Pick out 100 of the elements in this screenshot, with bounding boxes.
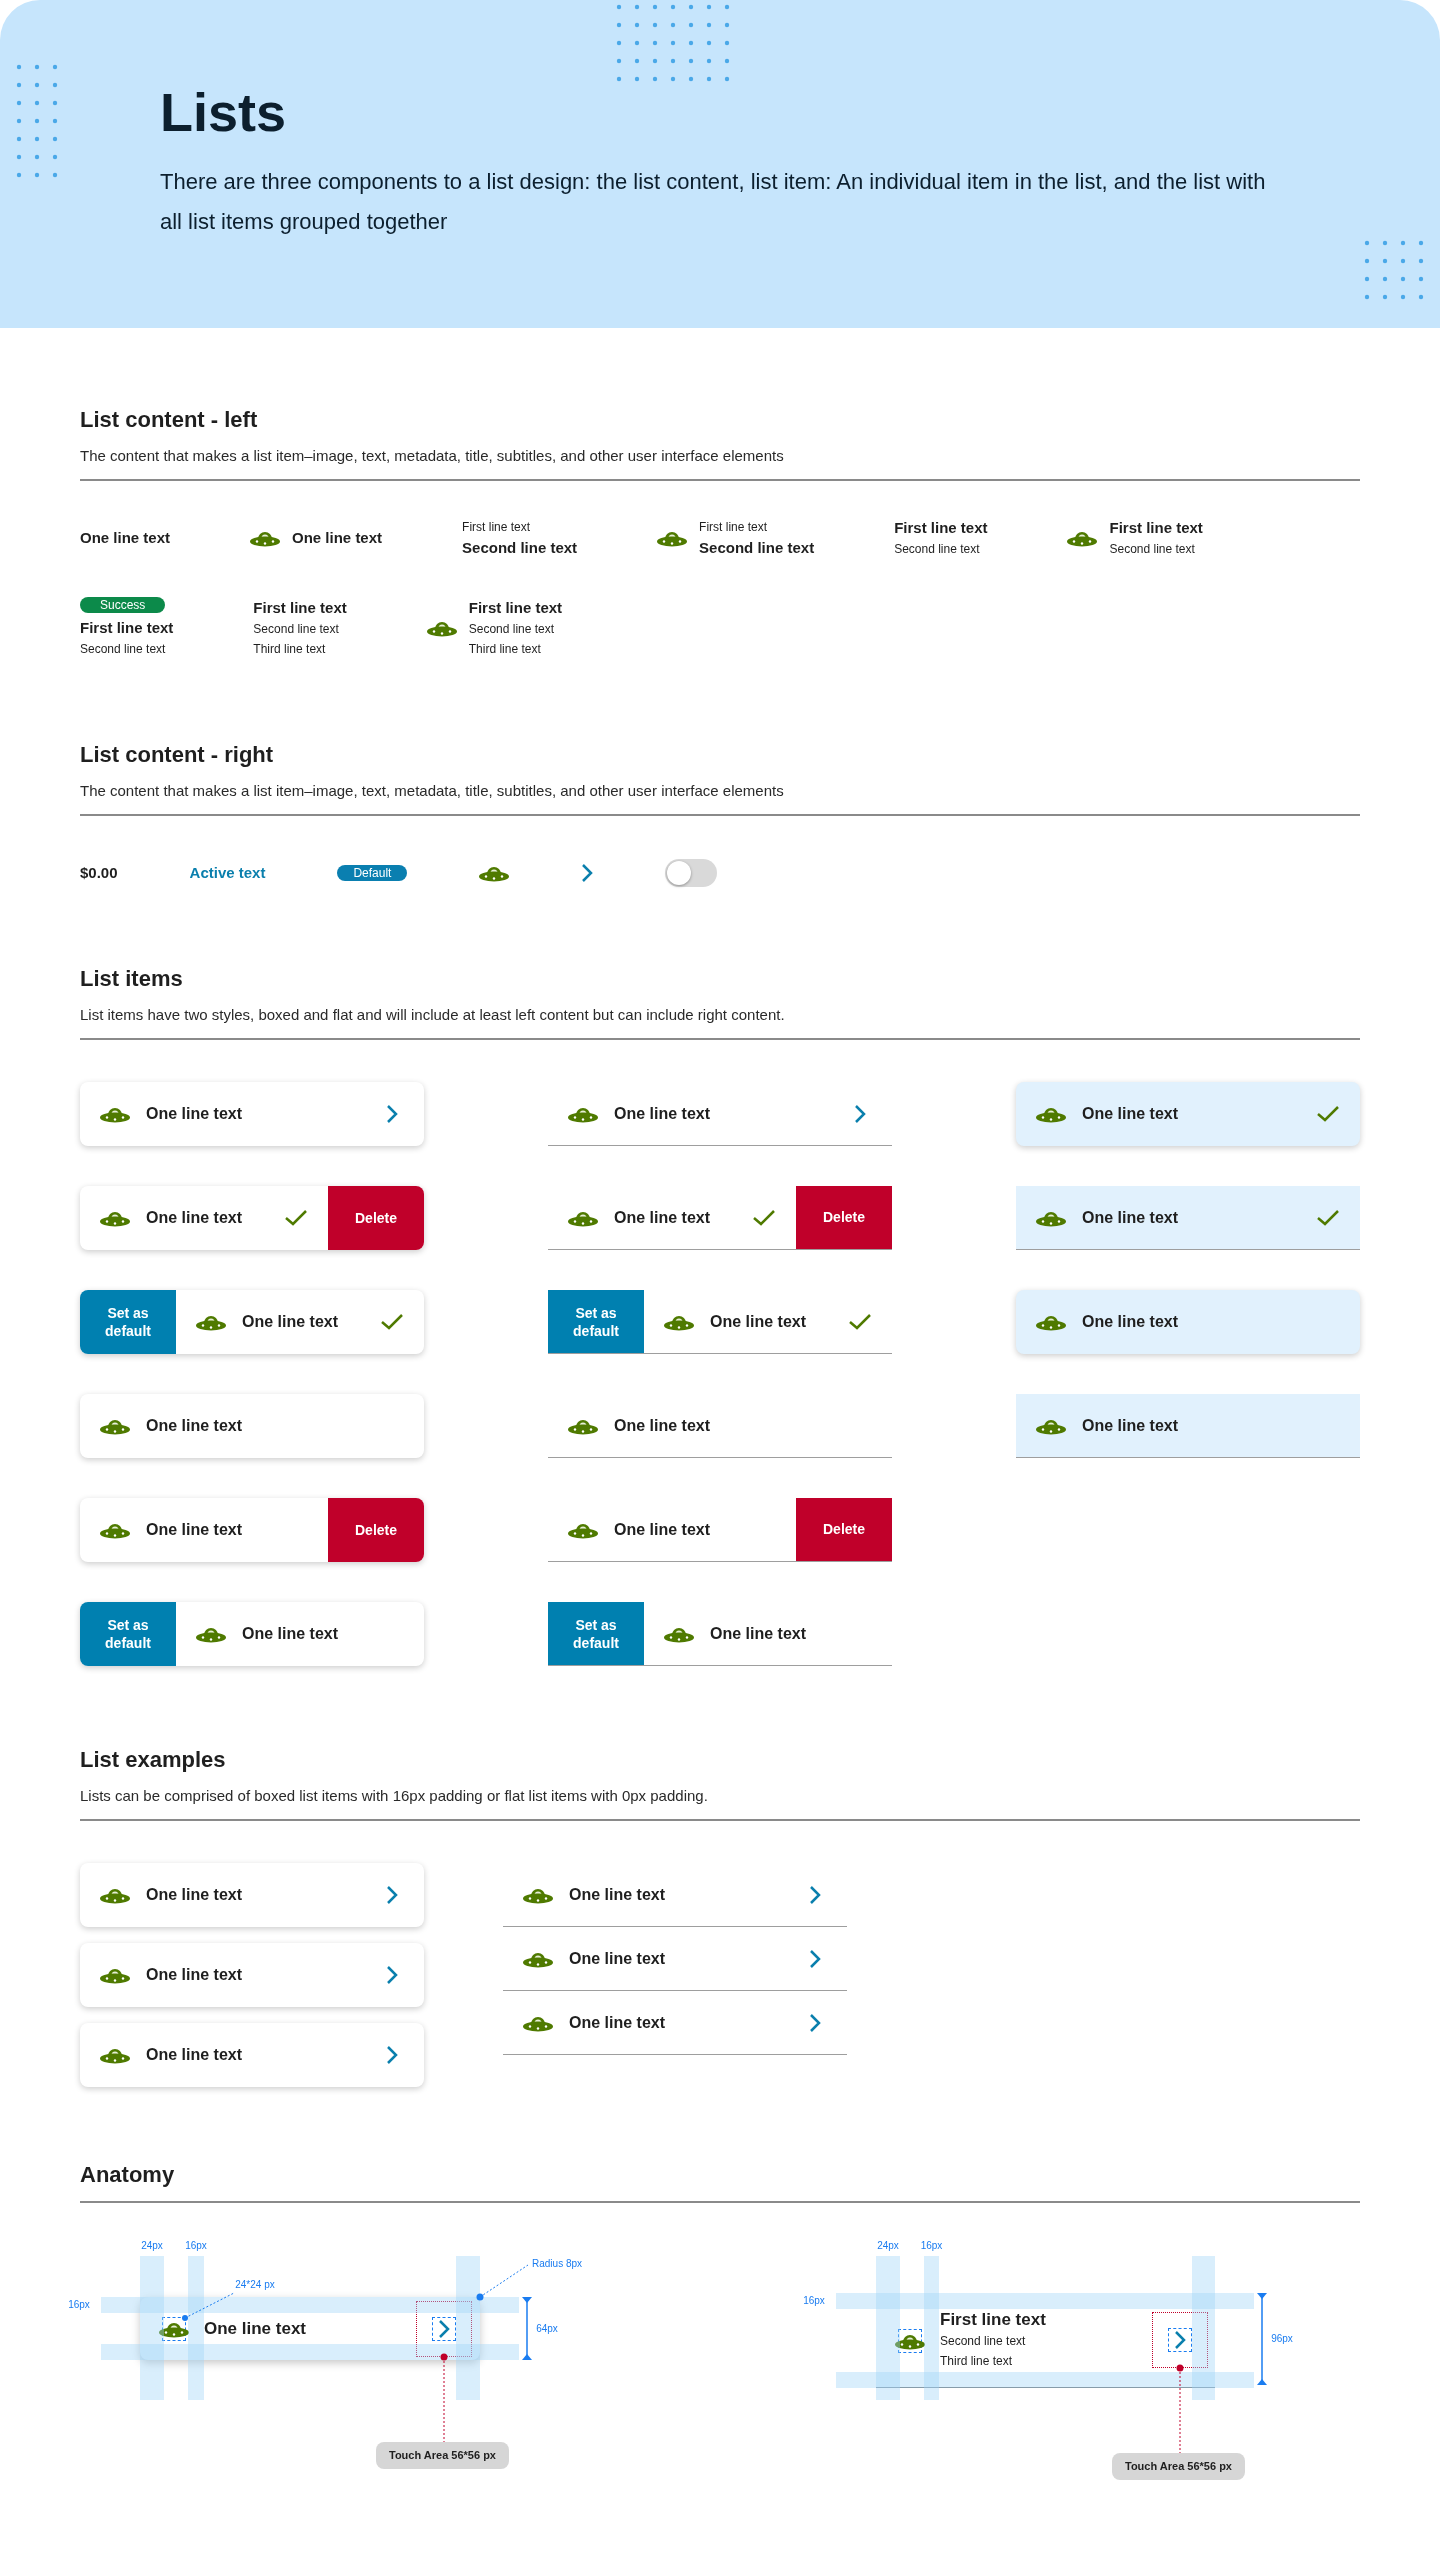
chevron-right-icon xyxy=(809,1948,821,1969)
item-text: One line text xyxy=(146,1416,243,1436)
chevron-right-icon xyxy=(809,2012,821,2033)
item-text: One line text xyxy=(614,1519,711,1540)
item-text: One line text xyxy=(1082,1312,1179,1332)
width-label: 16px xyxy=(184,2240,208,2252)
ufo-icon xyxy=(479,864,510,882)
secondary-text: Second line text xyxy=(894,541,980,558)
toggle-switch[interactable] xyxy=(665,859,718,887)
list-item[interactable]: One line text xyxy=(80,2023,424,2087)
ufo-icon xyxy=(196,1313,226,1331)
list-item[interactable]: One line text xyxy=(503,1927,847,1991)
item-text: One line text xyxy=(146,1885,243,1905)
ufo-icon xyxy=(100,2046,130,2064)
section-title: List items xyxy=(80,965,184,993)
item-text: One line text xyxy=(614,1103,711,1124)
item-text: One line text xyxy=(146,1104,243,1124)
ufo-icon xyxy=(1036,1313,1066,1331)
chevron-right-icon xyxy=(1174,2330,1186,2350)
item-text: One line text xyxy=(146,1965,243,1985)
delete-button[interactable]: Delete xyxy=(328,1186,424,1250)
list-item[interactable]: One line text xyxy=(1016,1186,1360,1250)
item-text: One line text xyxy=(569,2012,666,2033)
secondary-text: Second line text xyxy=(253,621,339,638)
section-title: Anatomy xyxy=(80,2161,176,2189)
padding-label: 16px xyxy=(67,2299,91,2311)
list-item[interactable]: One line text Delete xyxy=(80,1498,424,1562)
active-link[interactable]: Active text xyxy=(189,861,266,885)
list-item[interactable]: One line text xyxy=(80,1082,424,1146)
page-title: Lists xyxy=(160,82,288,142)
title-text: First line text xyxy=(80,618,174,638)
section-title: List content - left xyxy=(80,406,259,434)
list-item[interactable]: One line text xyxy=(1016,1394,1360,1458)
set-default-button[interactable]: Set as default xyxy=(80,1602,176,1666)
list-item[interactable]: One line text Delete xyxy=(548,1498,892,1562)
ufo-icon xyxy=(100,1966,130,1984)
delete-button[interactable]: Delete xyxy=(796,1186,892,1249)
radius-label: Radius 8px xyxy=(532,2258,582,2270)
ufo-icon xyxy=(100,1105,130,1123)
height-dimension-line xyxy=(522,2297,532,2360)
ufo-icon xyxy=(1036,1105,1066,1123)
item-text: One line text xyxy=(1082,1104,1179,1124)
list-item[interactable]: Set as default One line text xyxy=(548,1290,892,1354)
success-badge: Success xyxy=(80,597,166,613)
item-text: One line text xyxy=(146,1208,243,1228)
section-description: Lists can be comprised of boxed list items with 16px padding or flat list items with 0px padding. xyxy=(80,1786,709,1806)
list-item[interactable]: One line text xyxy=(80,1943,424,2007)
list-item[interactable]: One line text Delete xyxy=(548,1186,892,1250)
title-text: First line text xyxy=(940,2309,1046,2331)
ufo-icon xyxy=(1067,529,1098,547)
set-default-button[interactable]: Set as default xyxy=(548,1290,644,1353)
section-description: The content that makes a list item–image, text, metadata, title, subtitles, and other user interface elements xyxy=(80,781,785,801)
list-item[interactable]: One line text xyxy=(548,1394,892,1458)
check-icon xyxy=(381,1314,403,1330)
list-item[interactable]: One line text Delete xyxy=(80,1186,424,1250)
list-item[interactable]: Set as default One line text xyxy=(548,1602,892,1666)
check-icon xyxy=(285,1210,307,1226)
title-text: First line text xyxy=(468,598,563,618)
title-text: Second line text xyxy=(699,538,815,558)
set-default-button[interactable]: Set as default xyxy=(548,1602,644,1665)
touch-area-label: Touch Area 56*56 px xyxy=(1112,2453,1245,2480)
item-text: One line text xyxy=(710,1311,807,1332)
list-item[interactable]: One line text xyxy=(503,1863,847,1927)
title-text: One line text xyxy=(204,2318,307,2340)
leader-line xyxy=(182,2291,236,2321)
chevron-right-icon xyxy=(854,1103,866,1124)
list-item[interactable]: Set as default One line text xyxy=(80,1602,424,1666)
item-text: One line text xyxy=(569,1884,666,1905)
chevron-right-icon xyxy=(581,863,594,883)
width-label: 24px xyxy=(876,2240,900,2252)
ufo-icon xyxy=(100,1886,130,1904)
section-description: List items have two styles, boxed and flat and will include at least left content but can include right content. xyxy=(80,1005,786,1025)
list-item[interactable]: One line text xyxy=(80,1394,424,1458)
list-item[interactable]: One line text xyxy=(80,1863,424,1927)
ufo-icon xyxy=(426,619,457,637)
item-text: One line text xyxy=(569,1948,666,1969)
secondary-text: Second line text xyxy=(468,621,555,638)
secondary-text: First line text xyxy=(462,519,531,536)
chevron-right-icon xyxy=(386,1104,398,1124)
secondary-text: Third line text xyxy=(940,2353,1014,2370)
item-text: One line text xyxy=(614,1207,711,1228)
check-icon xyxy=(1317,1106,1339,1122)
title-text: Second line text xyxy=(462,538,578,558)
ufo-icon xyxy=(895,2332,925,2350)
title-text: One line text xyxy=(80,528,171,548)
delete-button[interactable]: Delete xyxy=(796,1498,892,1561)
item-text: One line text xyxy=(614,1415,711,1436)
list-item[interactable]: One line text xyxy=(1016,1290,1360,1354)
amount-text: $0.00 xyxy=(80,862,118,883)
list-item[interactable]: One line text xyxy=(1016,1082,1360,1146)
list-item[interactable]: One line text xyxy=(548,1082,892,1146)
list-item[interactable]: Set as default One line text xyxy=(80,1290,424,1354)
set-default-button[interactable]: Set as default xyxy=(80,1290,176,1354)
secondary-text: First line text xyxy=(699,519,768,536)
width-label: 24px xyxy=(140,2240,164,2252)
ufo-icon xyxy=(100,1209,130,1227)
list-item[interactable]: One line text xyxy=(503,1991,847,2055)
ufo-icon xyxy=(100,1521,130,1539)
delete-button[interactable]: Delete xyxy=(328,1498,424,1562)
title-text: One line text xyxy=(292,528,383,548)
